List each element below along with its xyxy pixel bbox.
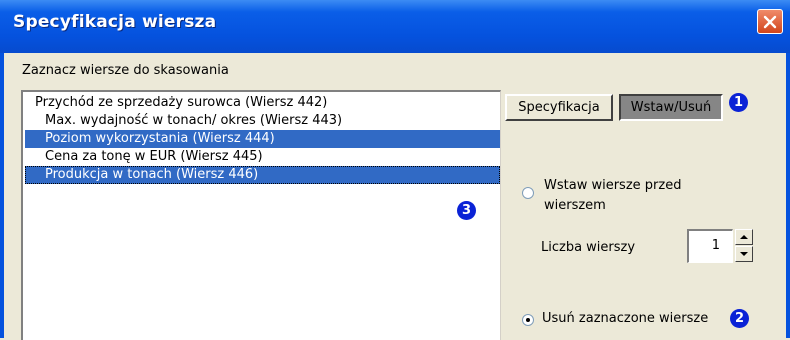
arrow-down-icon <box>740 252 748 256</box>
list-item[interactable]: Max. wydajność w tonach/ okres (Wiersz 4… <box>45 112 395 130</box>
callout-badge-2: 2 <box>730 309 749 328</box>
list-item[interactable]: Cena za tonę w EUR (Wiersz 445) <box>45 148 395 166</box>
radio-checked-dot <box>526 318 530 322</box>
list-item-label: Max. wydajność w tonach/ okres (Wiersz 4… <box>45 113 343 128</box>
list-item-label: Cena za tonę w EUR (Wiersz 445) <box>45 149 263 164</box>
spin-up-button[interactable] <box>735 229 753 245</box>
callout-badge-3: 3 <box>457 201 476 220</box>
title-bar: Specyfikacja wiersza <box>0 0 790 60</box>
close-button[interactable] <box>757 9 783 34</box>
list-item-label: Przychód ze sprzedaży surowca (Wiersz 44… <box>35 95 328 110</box>
delete-rows-label: Usuń zaznaczone wiersze <box>542 311 709 326</box>
window-frame-right <box>786 53 790 338</box>
list-item-label: Produkcja w tonach (Wiersz 446) <box>45 167 259 182</box>
insert-delete-button[interactable]: Wstaw/Usuń <box>619 94 723 121</box>
insert-rows-label-line2: wierszem <box>544 198 606 213</box>
list-item-label: Poziom wykorzystania (Wiersz 444) <box>45 131 275 146</box>
list-item[interactable]: Przychód ze sprzedaży surowca (Wiersz 44… <box>35 94 335 112</box>
arrow-up-icon <box>740 235 748 239</box>
specification-button[interactable]: Specyfikacja <box>505 94 613 121</box>
spin-down-button[interactable] <box>735 246 753 262</box>
list-item-selected-focused[interactable]: Produkcja w tonach (Wiersz 446) <box>25 166 500 184</box>
row-count-input[interactable]: 1 <box>687 229 733 263</box>
list-item-selected[interactable]: Poziom wykorzystania (Wiersz 444) <box>25 130 500 148</box>
row-count-label: Liczba wierszy <box>541 240 636 255</box>
list-caption: Zaznacz wiersze do skasowania <box>22 63 229 78</box>
callout-badge-1: 1 <box>729 93 748 112</box>
delete-rows-radio[interactable] <box>522 314 534 326</box>
window-title: Specyfikacja wiersza <box>13 12 217 32</box>
rows-listbox[interactable]: Przychód ze sprzedaży surowca (Wiersz 44… <box>21 90 501 340</box>
insert-rows-radio[interactable] <box>522 187 534 199</box>
close-icon <box>763 15 777 29</box>
insert-rows-label-line1: Wstaw wiersze przed <box>544 178 682 193</box>
